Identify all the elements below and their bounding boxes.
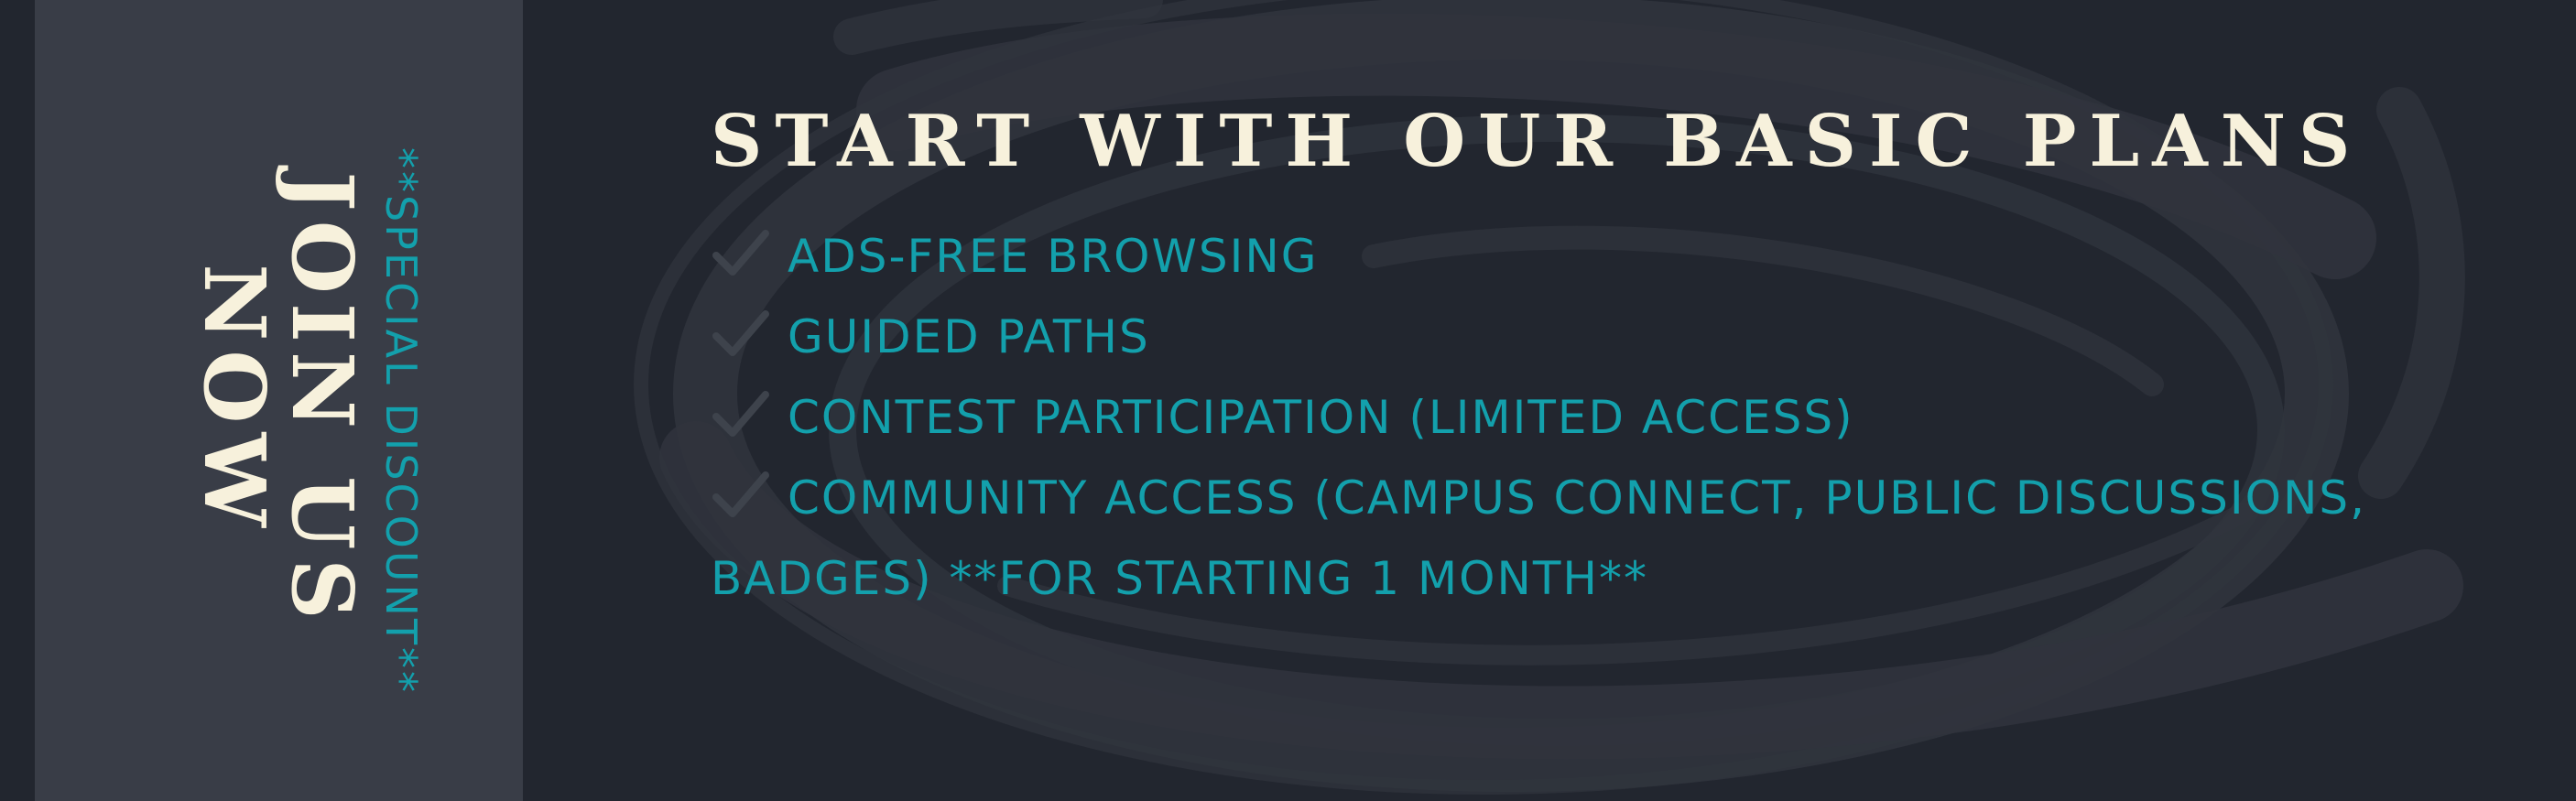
feature-list: ADS-FREE BROWSING GUIDED PATHS CONTEST P… [711,216,2405,619]
promo-banner: JOIN US NOW **SPECIAL DISCOUNT** START W… [0,0,2576,801]
check-icon [711,386,788,441]
join-now-title: JOIN US NOW [185,171,372,629]
feature-item: CONTEST PARTICIPATION (LIMITED ACCESS) [711,377,2405,458]
feature-item: COMMUNITY ACCESS (CAMPUS CONNECT, PUBLIC… [711,458,2405,619]
check-icon [711,306,788,361]
join-now-line-2: NOW [185,264,284,536]
check-icon [711,225,788,280]
plans-headline: START WITH OUR BASIC PLANS [711,100,2364,183]
feature-text: ADS-FREE BROWSING [788,230,1319,283]
join-now-line-1: JOIN US [273,171,372,629]
feature-text: CONTEST PARTICIPATION (LIMITED ACCESS) [788,391,1854,444]
feature-text: GUIDED PATHS [788,310,1150,363]
special-discount-note: **SPECIAL DISCOUNT** [376,146,426,696]
check-icon [711,467,788,522]
feature-text: COMMUNITY ACCESS (CAMPUS CONNECT, PUBLIC… [711,471,2366,605]
feature-item: GUIDED PATHS [711,297,2405,377]
feature-item: ADS-FREE BROWSING [711,216,2405,297]
